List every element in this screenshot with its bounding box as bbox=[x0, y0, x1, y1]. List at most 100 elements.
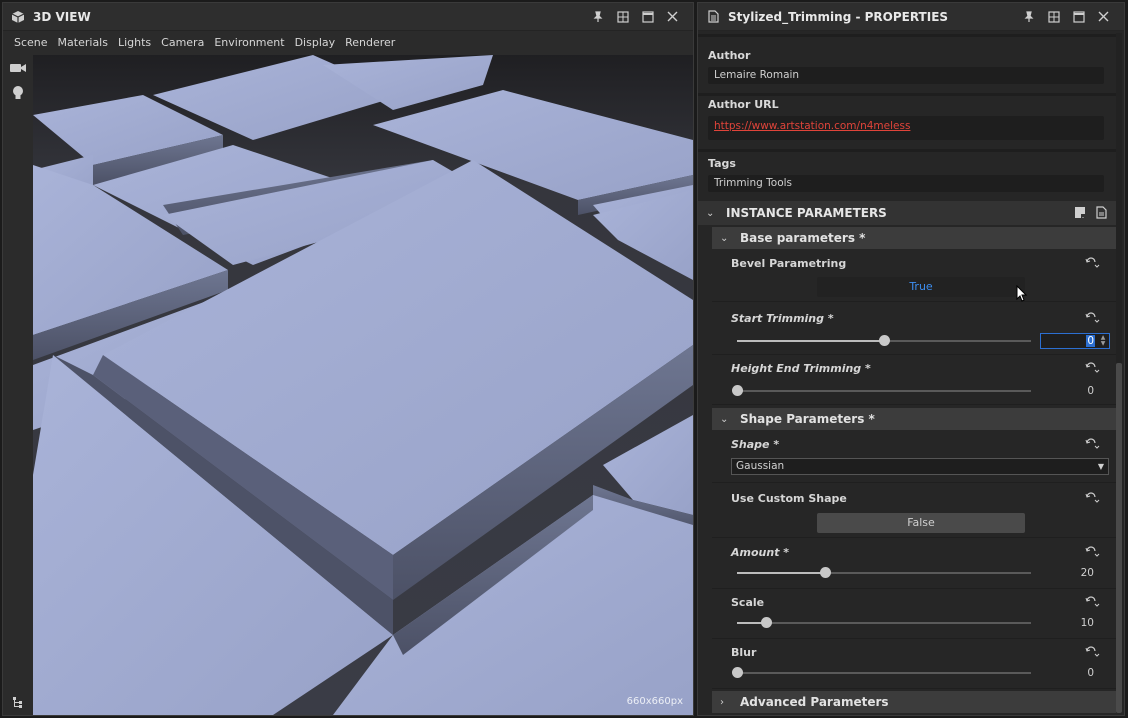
bevel-parametring-toggle[interactable]: True bbox=[817, 277, 1025, 297]
reset-icon[interactable] bbox=[1084, 436, 1102, 450]
shape-dropdown[interactable]: Gaussian ▼ bbox=[731, 458, 1109, 475]
3d-view-titlebar: 3D VIEW bbox=[3, 3, 693, 31]
camera-icon[interactable] bbox=[3, 55, 33, 80]
start-trimming-input[interactable]: 0 ▲ ▼ bbox=[1040, 333, 1110, 349]
slider-handle[interactable] bbox=[879, 335, 890, 346]
tile-render bbox=[33, 55, 693, 715]
shape-label: Shape * bbox=[731, 438, 780, 451]
dropdown-arrow-icon: ▼ bbox=[1097, 462, 1104, 471]
scene-tree-icon[interactable] bbox=[3, 690, 33, 715]
scale-label: Scale bbox=[731, 596, 765, 609]
save-preset-icon[interactable] bbox=[1074, 206, 1086, 222]
advanced-parameters-title: Advanced Parameters bbox=[740, 695, 889, 709]
split-view-icon[interactable] bbox=[1041, 7, 1066, 27]
scale-param: Scale 10 bbox=[712, 589, 1116, 639]
divider bbox=[698, 149, 1116, 152]
3d-view-panel: 3D VIEW Scene Materials Lights Camera En… bbox=[2, 2, 694, 716]
author-url-field: Author URL https://www.artstation.com/n4… bbox=[708, 98, 1116, 140]
reset-icon[interactable] bbox=[1084, 255, 1102, 269]
shape-param: Shape * Gaussian ▼ bbox=[712, 431, 1116, 483]
cube-icon bbox=[11, 10, 25, 24]
properties-body: Author Lemaire Romain Author URL https:/… bbox=[698, 31, 1116, 715]
advanced-parameters-header[interactable]: › Advanced Parameters bbox=[712, 691, 1116, 713]
slider-fill bbox=[737, 572, 826, 574]
instance-parameters-title: INSTANCE PARAMETERS bbox=[726, 206, 887, 220]
reset-icon[interactable] bbox=[1084, 644, 1102, 658]
menu-scene[interactable]: Scene bbox=[9, 36, 53, 49]
blur-slider[interactable] bbox=[732, 667, 1031, 678]
author-value[interactable]: Lemaire Romain bbox=[708, 67, 1104, 84]
slider-handle[interactable] bbox=[732, 385, 743, 396]
height-end-trimming-slider[interactable] bbox=[732, 385, 1031, 396]
menu-environment[interactable]: Environment bbox=[209, 36, 289, 49]
chevron-down-icon: ⌄ bbox=[720, 413, 729, 425]
tags-value[interactable]: Trimming Tools bbox=[708, 175, 1104, 192]
document-icon bbox=[706, 10, 720, 24]
divider bbox=[698, 93, 1116, 96]
instance-parameters-header[interactable]: ⌄ INSTANCE PARAMETERS bbox=[698, 201, 1116, 225]
slider-handle[interactable] bbox=[761, 617, 773, 628]
shape-parameters-title: Shape Parameters * bbox=[740, 412, 875, 426]
author-url-link[interactable]: https://www.artstation.com/n4meless bbox=[714, 120, 910, 132]
split-view-icon[interactable] bbox=[610, 7, 635, 27]
slider-handle[interactable] bbox=[732, 667, 743, 678]
start-trimming-label: Start Trimming * bbox=[731, 312, 834, 325]
slider-fill bbox=[737, 340, 884, 342]
menu-materials[interactable]: Materials bbox=[53, 36, 113, 49]
tags-label: Tags bbox=[708, 157, 736, 170]
reset-icon[interactable] bbox=[1084, 594, 1102, 608]
use-custom-shape-toggle[interactable]: False bbox=[817, 513, 1025, 533]
mouse-cursor-icon bbox=[1016, 284, 1028, 306]
author-url-value[interactable]: https://www.artstation.com/n4meless bbox=[708, 116, 1104, 140]
start-trimming-slider[interactable] bbox=[737, 335, 1031, 346]
chevron-down-icon: ⌄ bbox=[720, 232, 729, 244]
reset-icon[interactable] bbox=[1084, 360, 1102, 374]
reset-icon[interactable] bbox=[1084, 310, 1102, 324]
shape-parameters-header[interactable]: ⌄ Shape Parameters * bbox=[712, 408, 1116, 430]
base-parameters-header[interactable]: ⌄ Base parameters * bbox=[712, 227, 1116, 249]
menu-display[interactable]: Display bbox=[290, 36, 341, 49]
maximize-icon[interactable] bbox=[1066, 7, 1091, 27]
author-url-label: Author URL bbox=[708, 98, 779, 111]
height-end-trimming-value[interactable]: 0 bbox=[1087, 385, 1094, 397]
maximize-icon[interactable] bbox=[635, 7, 660, 27]
menu-lights[interactable]: Lights bbox=[113, 36, 156, 49]
3d-view-title: 3D VIEW bbox=[33, 9, 91, 24]
reset-icon[interactable] bbox=[1084, 544, 1102, 558]
blur-param: Blur 0 bbox=[712, 639, 1116, 689]
reset-icon[interactable] bbox=[1084, 490, 1102, 504]
close-icon[interactable] bbox=[660, 7, 685, 27]
blur-value[interactable]: 0 bbox=[1087, 667, 1094, 679]
properties-titlebar: Stylized_Trimming - PROPERTIES bbox=[698, 3, 1124, 31]
blur-label: Blur bbox=[731, 646, 757, 659]
base-parameters-title: Base parameters * bbox=[740, 231, 866, 245]
scrollbar-thumb[interactable] bbox=[1116, 363, 1122, 713]
use-custom-shape-label: Use Custom Shape bbox=[731, 492, 847, 505]
properties-panel: Stylized_Trimming - PROPERTIES Author Le… bbox=[697, 2, 1125, 716]
amount-value[interactable]: 20 bbox=[1081, 567, 1094, 579]
pin-icon[interactable] bbox=[1016, 7, 1041, 27]
close-icon[interactable] bbox=[1091, 7, 1116, 27]
tags-field: Tags Trimming Tools bbox=[708, 157, 1116, 192]
spinner-arrows-icon[interactable]: ▲ ▼ bbox=[1098, 335, 1108, 347]
pin-icon[interactable] bbox=[585, 7, 610, 27]
view-toolstrip bbox=[3, 55, 33, 715]
lightbulb-icon[interactable] bbox=[3, 80, 33, 105]
chevron-down-icon: ⌄ bbox=[706, 207, 715, 219]
menu-renderer[interactable]: Renderer bbox=[340, 36, 400, 49]
scale-slider[interactable] bbox=[737, 617, 1031, 628]
bevel-parametring-label: Bevel Parametring bbox=[731, 257, 847, 270]
divider bbox=[698, 34, 1116, 37]
bevel-parametring-param: Bevel Parametring True bbox=[712, 250, 1116, 302]
scale-value[interactable]: 10 bbox=[1081, 617, 1094, 629]
amount-param: Amount * 20 bbox=[712, 539, 1116, 589]
3d-viewport[interactable]: 660x660px bbox=[33, 55, 693, 715]
menu-camera[interactable]: Camera bbox=[156, 36, 209, 49]
3d-view-menubar: Scene Materials Lights Camera Environmen… bbox=[3, 31, 693, 54]
slider-handle[interactable] bbox=[820, 567, 832, 578]
properties-title: Stylized_Trimming - PROPERTIES bbox=[728, 9, 949, 24]
load-preset-icon[interactable] bbox=[1096, 206, 1108, 222]
use-custom-shape-param: Use Custom Shape False bbox=[712, 485, 1116, 538]
start-trimming-value: 0 bbox=[1086, 335, 1095, 347]
amount-slider[interactable] bbox=[737, 567, 1031, 578]
